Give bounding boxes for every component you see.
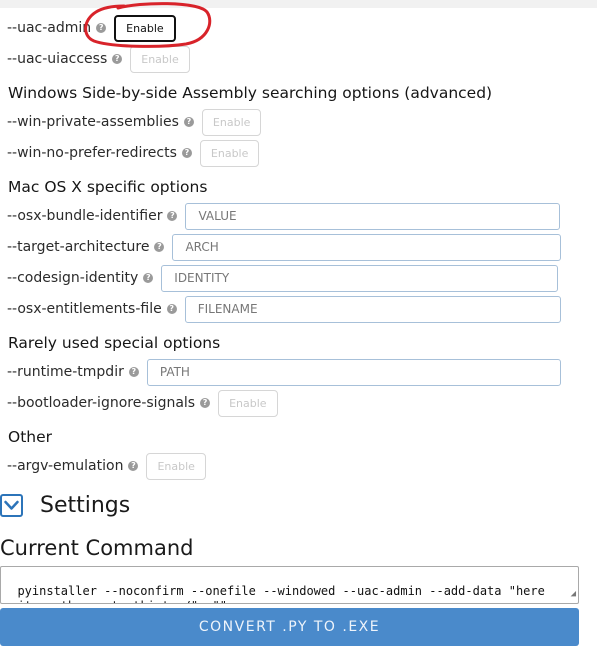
help-icon[interactable]: ? <box>143 273 154 283</box>
option-label: --win-private-assemblies <box>7 114 179 130</box>
uac-uiaccess-enable-button[interactable]: Enable <box>130 45 190 73</box>
current-command-textarea[interactable]: pyinstaller --noconfirm --onefile --wind… <box>0 566 579 604</box>
section-heading-mac: Mac OS X specific options <box>8 178 208 196</box>
section-heading-windows-sxs: Windows Side-by-side Assembly searching … <box>8 84 493 102</box>
help-icon[interactable]: ? <box>96 23 107 33</box>
option-label: --osx-entitlements-file <box>7 301 162 317</box>
option-label: --codesign-identity <box>7 270 139 286</box>
option-target-architecture: --target-architecture ? ARCH <box>7 233 562 261</box>
win-private-assemblies-enable-button[interactable]: Enable <box>201 108 262 136</box>
codesign-identity-input[interactable]: IDENTITY <box>161 264 559 292</box>
current-command-title: Current Command <box>0 536 194 560</box>
section-heading-rare: Rarely used special options <box>8 334 221 352</box>
option-argv-emulation: --argv-emulation ? Enable <box>7 452 206 480</box>
help-icon[interactable]: ? <box>167 211 178 221</box>
section-heading-other: Other <box>8 428 53 446</box>
option-uac-admin: --uac-admin ? Enable <box>7 14 176 42</box>
osx-entitlements-file-input[interactable]: FILENAME <box>184 295 561 323</box>
top-divider <box>0 0 597 8</box>
option-label: --win-no-prefer-redirects <box>7 145 177 161</box>
help-icon[interactable]: ? <box>154 242 165 252</box>
target-architecture-input[interactable]: ARCH <box>172 233 562 261</box>
option-label: --target-architecture <box>7 239 150 255</box>
option-codesign-identity: --codesign-identity ? IDENTITY <box>7 264 559 292</box>
option-uac-uiaccess: --uac-uiaccess ? Enable <box>7 45 190 73</box>
current-command-text: pyinstaller --noconfirm --onefile --wind… <box>3 584 545 603</box>
option-osx-entitlements-file: --osx-entitlements-file ? FILENAME <box>7 295 561 323</box>
settings-toggle[interactable]: Settings <box>0 493 130 518</box>
option-label: --uac-admin <box>7 20 92 36</box>
help-icon[interactable]: ? <box>128 461 139 471</box>
chevron-down-icon[interactable] <box>0 494 23 517</box>
help-icon[interactable]: ? <box>183 117 194 127</box>
argv-emulation-enable-button[interactable]: Enable <box>146 452 206 480</box>
option-runtime-tmpdir: --runtime-tmpdir ? PATH <box>7 358 561 386</box>
settings-label: Settings <box>40 493 131 518</box>
uac-admin-enable-button[interactable]: Enable <box>114 14 176 42</box>
runtime-tmpdir-input[interactable]: PATH <box>146 358 561 386</box>
help-icon[interactable]: ? <box>166 304 177 314</box>
help-icon[interactable]: ? <box>128 367 139 377</box>
option-win-no-prefer-redirects: --win-no-prefer-redirects ? Enable <box>7 139 260 167</box>
help-icon[interactable]: ? <box>200 398 211 408</box>
option-label: --bootloader-ignore-signals <box>7 395 196 411</box>
osx-bundle-identifier-input[interactable]: VALUE <box>185 202 561 230</box>
convert-button[interactable]: CONVERT .PY TO .EXE <box>0 608 579 646</box>
bootloader-ignore-signals-enable-button[interactable]: Enable <box>218 389 278 417</box>
resize-grip-icon[interactable]: ◢ <box>571 587 576 602</box>
option-win-private-assemblies: --win-private-assemblies ? Enable <box>7 108 262 136</box>
option-osx-bundle-identifier: --osx-bundle-identifier ? VALUE <box>7 202 561 230</box>
option-label: --osx-bundle-identifier <box>7 208 163 224</box>
option-label: --argv-emulation <box>7 458 124 474</box>
help-icon[interactable]: ? <box>181 148 192 158</box>
option-label: --runtime-tmpdir <box>7 364 124 380</box>
help-icon[interactable]: ? <box>112 54 123 64</box>
win-no-prefer-redirects-enable-button[interactable]: Enable <box>199 139 260 167</box>
option-label: --uac-uiaccess <box>7 51 108 67</box>
option-bootloader-ignore-signals: --bootloader-ignore-signals ? Enable <box>7 389 278 417</box>
